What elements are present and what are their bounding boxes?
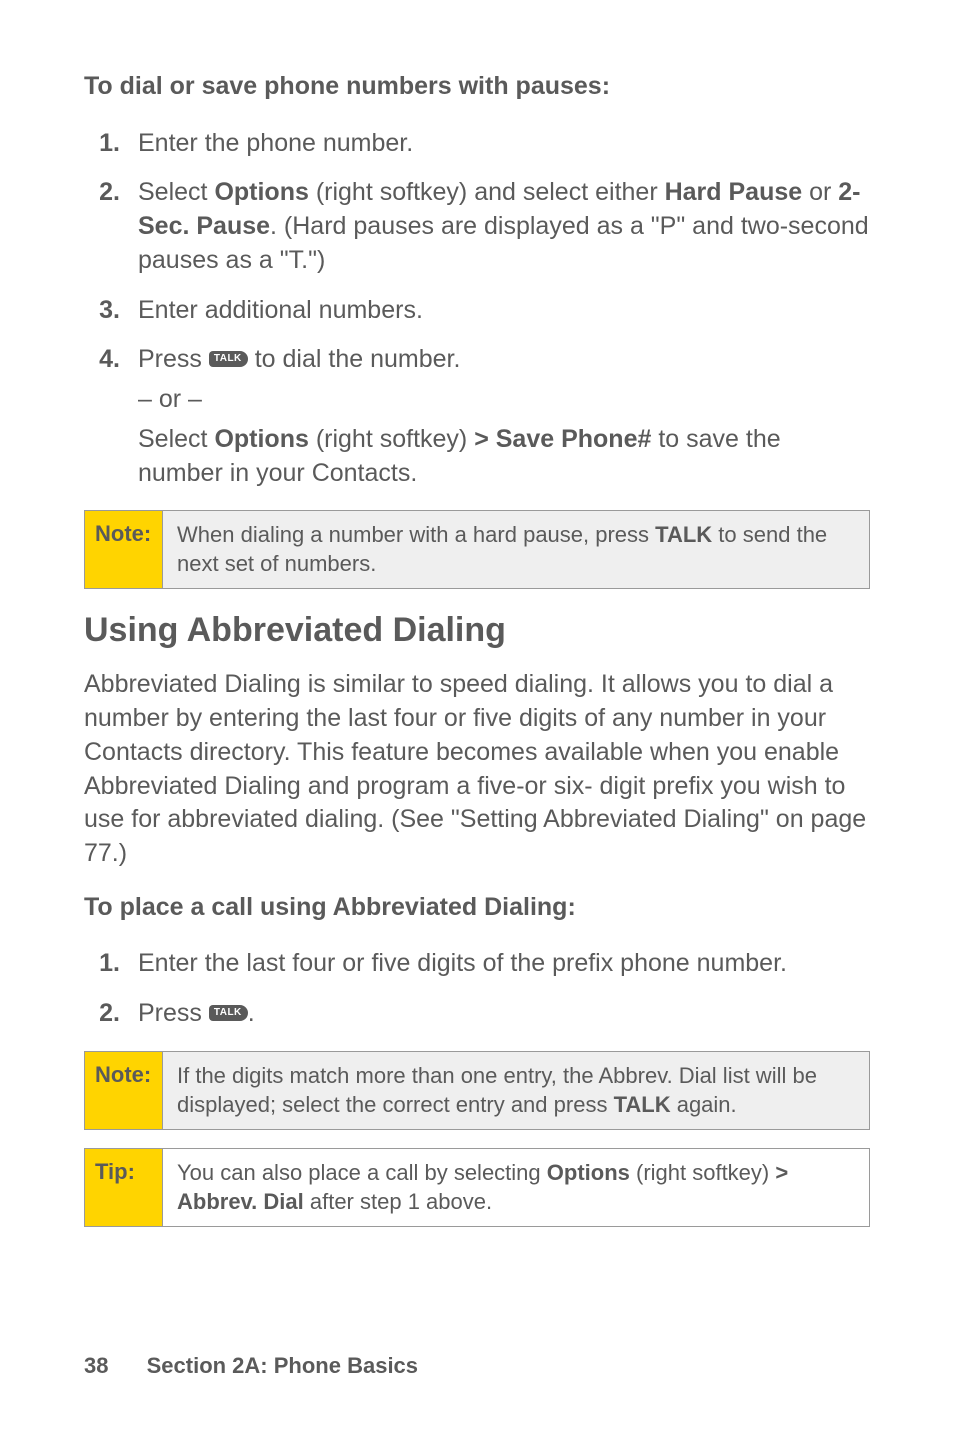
page-footer: 38 Section 2A: Phone Basics (84, 1353, 418, 1379)
list-item: 2. Press TALK. (84, 997, 870, 1031)
ordered-list-2: 1. Enter the last four or five digits of… (84, 947, 870, 1031)
bold-text: Options (214, 425, 308, 453)
talk-key-icon: TALK (209, 351, 248, 367)
tip-label: Tip: (85, 1149, 163, 1226)
tip-callout: Tip: You can also place a call by select… (84, 1148, 870, 1227)
talk-key-icon: TALK (209, 1005, 248, 1021)
list-item: 4. Press TALK to dial the number. – or –… (84, 343, 870, 490)
text: . (248, 999, 255, 1027)
text: Press (138, 999, 209, 1027)
note-callout-1: Note: When dialing a number with a hard … (84, 510, 870, 589)
list-number: 4. (84, 343, 138, 490)
list-item: 1. Enter the phone number. (84, 127, 870, 161)
list-item: 2. Select Options (right softkey) and se… (84, 176, 870, 277)
note-label: Note: (85, 1052, 163, 1129)
page-number: 38 (84, 1353, 108, 1378)
list-item: 3. Enter additional numbers. (84, 294, 870, 328)
intro-heading-2: To place a call using Abbreviated Dialin… (84, 891, 870, 924)
paragraph: Abbreviated Dialing is similar to speed … (84, 668, 870, 871)
list-body: Enter additional numbers. (138, 294, 870, 328)
bold-text: TALK (614, 1092, 671, 1117)
bold-text: Options (214, 178, 308, 206)
list-number: 1. (84, 127, 138, 161)
note-callout-2: Note: If the digits match more than one … (84, 1051, 870, 1130)
list-body: Press TALK to dial the number. – or – Se… (138, 343, 870, 490)
text: or (802, 178, 838, 206)
bold-text: TALK (655, 522, 712, 547)
text: Press (138, 345, 209, 373)
list-body: Press TALK. (138, 997, 870, 1031)
bold-text: Hard Pause (665, 178, 803, 206)
text: (right softkey) (309, 425, 474, 453)
list-number: 2. (84, 176, 138, 277)
list-body: Enter the phone number. (138, 127, 870, 161)
list-body: Enter the last four or five digits of th… (138, 947, 870, 981)
note-text: When dialing a number with a hard pause,… (163, 511, 869, 588)
section-title: Section 2A: Phone Basics (147, 1353, 418, 1378)
note-label: Note: (85, 511, 163, 588)
list-item: 1. Enter the last four or five digits of… (84, 947, 870, 981)
list-number: 2. (84, 997, 138, 1031)
list-body: Select Options (right softkey) and selec… (138, 176, 870, 277)
section-heading: Using Abbreviated Dialing (84, 611, 870, 650)
text: after step 1 above. (304, 1189, 492, 1214)
text: Select (138, 178, 214, 206)
text: again. (671, 1092, 737, 1117)
ordered-list-1: 1. Enter the phone number. 2. Select Opt… (84, 127, 870, 491)
list-number: 3. (84, 294, 138, 328)
list-number: 1. (84, 947, 138, 981)
tip-text: You can also place a call by selecting O… (163, 1149, 869, 1226)
text: When dialing a number with a hard pause,… (177, 522, 655, 547)
bold-text: > Save Phone# (474, 425, 651, 453)
bold-text: Options (547, 1160, 630, 1185)
text: You can also place a call by selecting (177, 1160, 547, 1185)
text: (right softkey) (630, 1160, 775, 1185)
text: Select (138, 425, 214, 453)
note-text: If the digits match more than one entry,… (163, 1052, 869, 1129)
or-separator: – or – (138, 383, 870, 417)
intro-heading-1: To dial or save phone numbers with pause… (84, 70, 870, 103)
text: (right softkey) and select either (309, 178, 665, 206)
text: to dial the number. (248, 345, 461, 373)
